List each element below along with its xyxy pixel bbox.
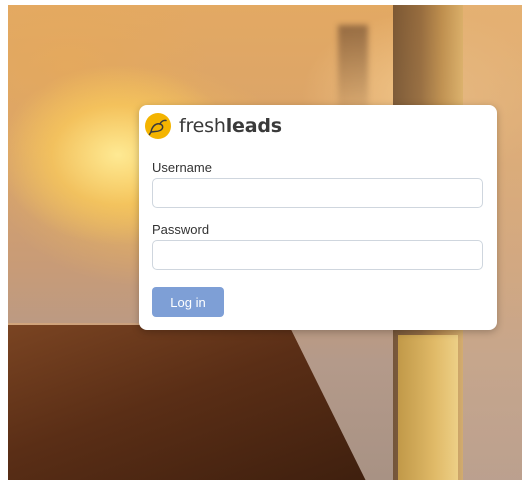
brand-logo: freshleads xyxy=(145,111,282,141)
background-window-post-lit xyxy=(398,335,458,480)
bird-icon xyxy=(145,113,171,139)
brand-name: freshleads xyxy=(179,115,282,137)
password-label: Password xyxy=(152,222,210,237)
username-input[interactable] xyxy=(152,178,483,208)
brand-name-light: fresh xyxy=(179,115,226,137)
brand-name-bold: leads xyxy=(225,115,282,137)
login-card: freshleads Username Password Log in xyxy=(139,105,497,330)
password-input[interactable] xyxy=(152,240,483,270)
username-label: Username xyxy=(152,160,212,175)
login-button[interactable]: Log in xyxy=(152,287,224,317)
